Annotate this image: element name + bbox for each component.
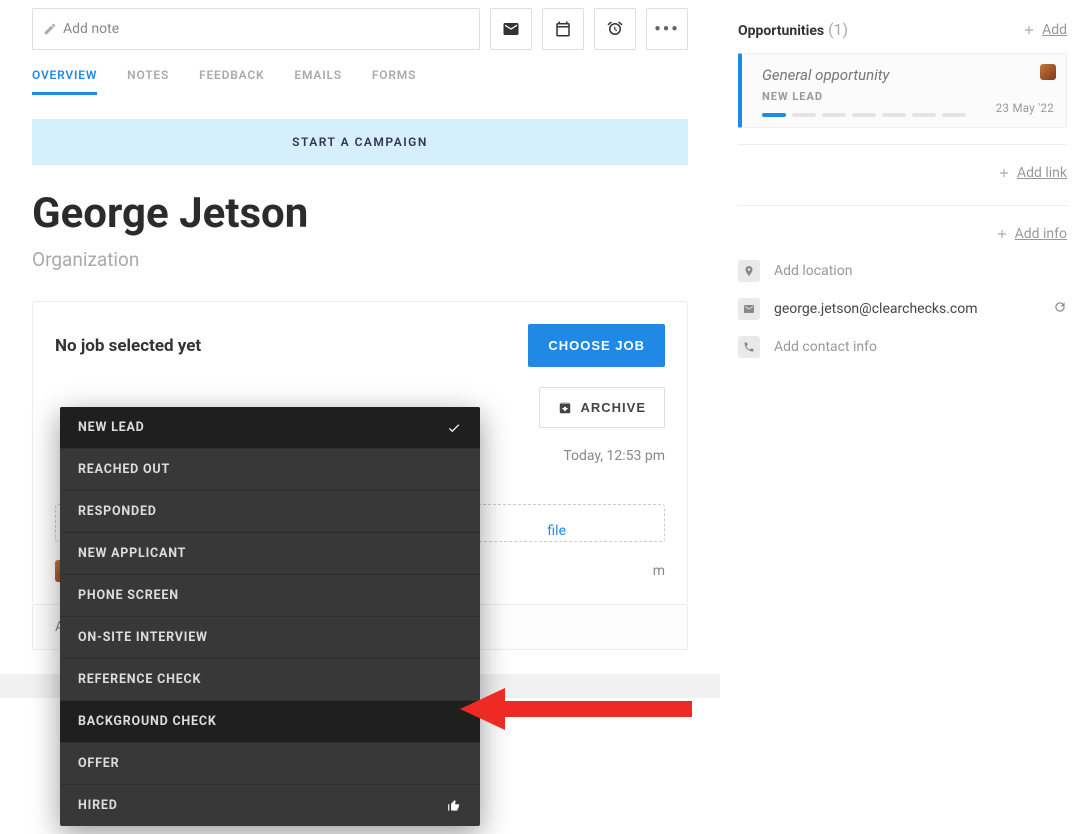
tab-feedback[interactable]: FEEDBACK — [199, 68, 264, 95]
reminder-button[interactable] — [594, 8, 636, 50]
plus-icon — [997, 166, 1011, 180]
opportunity-card[interactable]: General opportunity NEW LEAD 23 May '22 — [738, 53, 1067, 128]
alarm-clock-icon — [606, 20, 624, 38]
opportunity-title: General opportunity — [762, 66, 1052, 84]
add-note-input[interactable]: Add note — [32, 8, 480, 50]
email-row[interactable]: george.jetson@clearchecks.com — [738, 298, 1067, 320]
add-link-link[interactable]: Add link — [738, 165, 1067, 181]
thumbs-up-icon — [446, 799, 462, 813]
stage-label: HIRED — [78, 798, 118, 813]
add-contact-row[interactable]: Add contact info — [738, 336, 1067, 358]
stage-option-offer[interactable]: OFFER — [60, 743, 480, 785]
choose-job-button[interactable]: CHOOSE JOB — [528, 324, 665, 367]
add-note-placeholder: Add note — [63, 21, 119, 37]
stage-label: OFFER — [78, 756, 119, 771]
tab-notes[interactable]: NOTES — [127, 68, 169, 95]
add-opportunity-link[interactable]: Add — [1022, 22, 1067, 38]
stage-option-new-applicant[interactable]: NEW APPLICANT — [60, 533, 480, 575]
stage-label: PHONE SCREEN — [78, 588, 179, 603]
opportunity-date: 23 May '22 — [996, 101, 1054, 115]
calendar-button[interactable] — [542, 8, 584, 50]
no-job-label: No job selected yet — [55, 336, 201, 356]
annotation-arrow — [460, 683, 692, 735]
tab-forms[interactable]: FORMS — [372, 68, 416, 95]
stage-option-background-check[interactable]: BACKGROUND CHECK — [60, 701, 480, 743]
tab-emails[interactable]: EMAILS — [294, 68, 341, 95]
stage-label: RESPONDED — [78, 504, 157, 519]
opportunities-title: Opportunities — [738, 23, 824, 39]
stage-option-new-lead[interactable]: NEW LEAD — [60, 407, 480, 449]
opportunity-avatar — [1040, 64, 1056, 80]
stage-label: NEW APPLICANT — [78, 546, 186, 561]
ellipsis-icon: ••• — [654, 19, 679, 40]
stage-option-hired[interactable]: HIRED — [60, 785, 480, 826]
add-location-label: Add location — [774, 263, 852, 279]
plus-icon — [1022, 23, 1036, 37]
person-organization: Organization — [32, 248, 688, 271]
sidebar: Opportunities (1) Add General opportunit… — [720, 0, 1085, 738]
timestamp: Today, 12:53 pm — [563, 448, 665, 464]
add-opportunity-label: Add — [1042, 22, 1067, 38]
add-link-label: Add link — [1017, 165, 1067, 181]
archive-icon — [558, 401, 572, 415]
location-icon — [743, 265, 755, 277]
opportunities-count: (1) — [828, 20, 848, 39]
stage-label: NEW LEAD — [78, 420, 145, 435]
start-campaign-button[interactable]: START A CAMPAIGN — [32, 119, 688, 165]
refresh-icon — [1053, 300, 1067, 314]
add-info-label: Add info — [1015, 226, 1067, 242]
more-button[interactable]: ••• — [646, 8, 688, 50]
stage-option-reference-check[interactable]: REFERENCE CHECK — [60, 659, 480, 701]
stage-option-responded[interactable]: RESPONDED — [60, 491, 480, 533]
email-button[interactable] — [490, 8, 532, 50]
email-value: george.jetson@clearchecks.com — [774, 301, 978, 317]
stage-option-on-site-interview[interactable]: ON-SITE INTERVIEW — [60, 617, 480, 659]
stage-dropdown: NEW LEAD REACHED OUT RESPONDED NEW APPLI… — [60, 407, 480, 826]
stage-option-phone-screen[interactable]: PHONE SCREEN — [60, 575, 480, 617]
stage-label: BACKGROUND CHECK — [78, 714, 217, 729]
calendar-icon — [554, 20, 572, 38]
stage-option-reached-out[interactable]: REACHED OUT — [60, 449, 480, 491]
stage-label: REACHED OUT — [78, 462, 170, 477]
add-info-link[interactable]: Add info — [738, 226, 1067, 242]
footer-text: m — [653, 563, 665, 579]
stage-label: REFERENCE CHECK — [78, 672, 201, 687]
envelope-icon — [743, 303, 755, 315]
envelope-icon — [502, 20, 520, 38]
upload-file-link[interactable]: file — [547, 523, 566, 539]
checkmark-icon — [446, 421, 462, 435]
pencil-icon — [43, 22, 57, 36]
person-name: George Jetson — [32, 189, 688, 238]
refresh-email-button[interactable] — [1053, 300, 1067, 318]
archive-label: ARCHIVE — [580, 400, 646, 415]
add-contact-label: Add contact info — [774, 339, 877, 355]
phone-icon — [743, 341, 755, 353]
archive-button[interactable]: ARCHIVE — [539, 387, 665, 428]
stage-label: ON-SITE INTERVIEW — [78, 630, 208, 645]
tabs: OVERVIEW NOTES FEEDBACK EMAILS FORMS — [0, 68, 720, 95]
tab-overview[interactable]: OVERVIEW — [32, 68, 97, 95]
add-location-row[interactable]: Add location — [738, 260, 1067, 282]
plus-icon — [995, 227, 1009, 241]
